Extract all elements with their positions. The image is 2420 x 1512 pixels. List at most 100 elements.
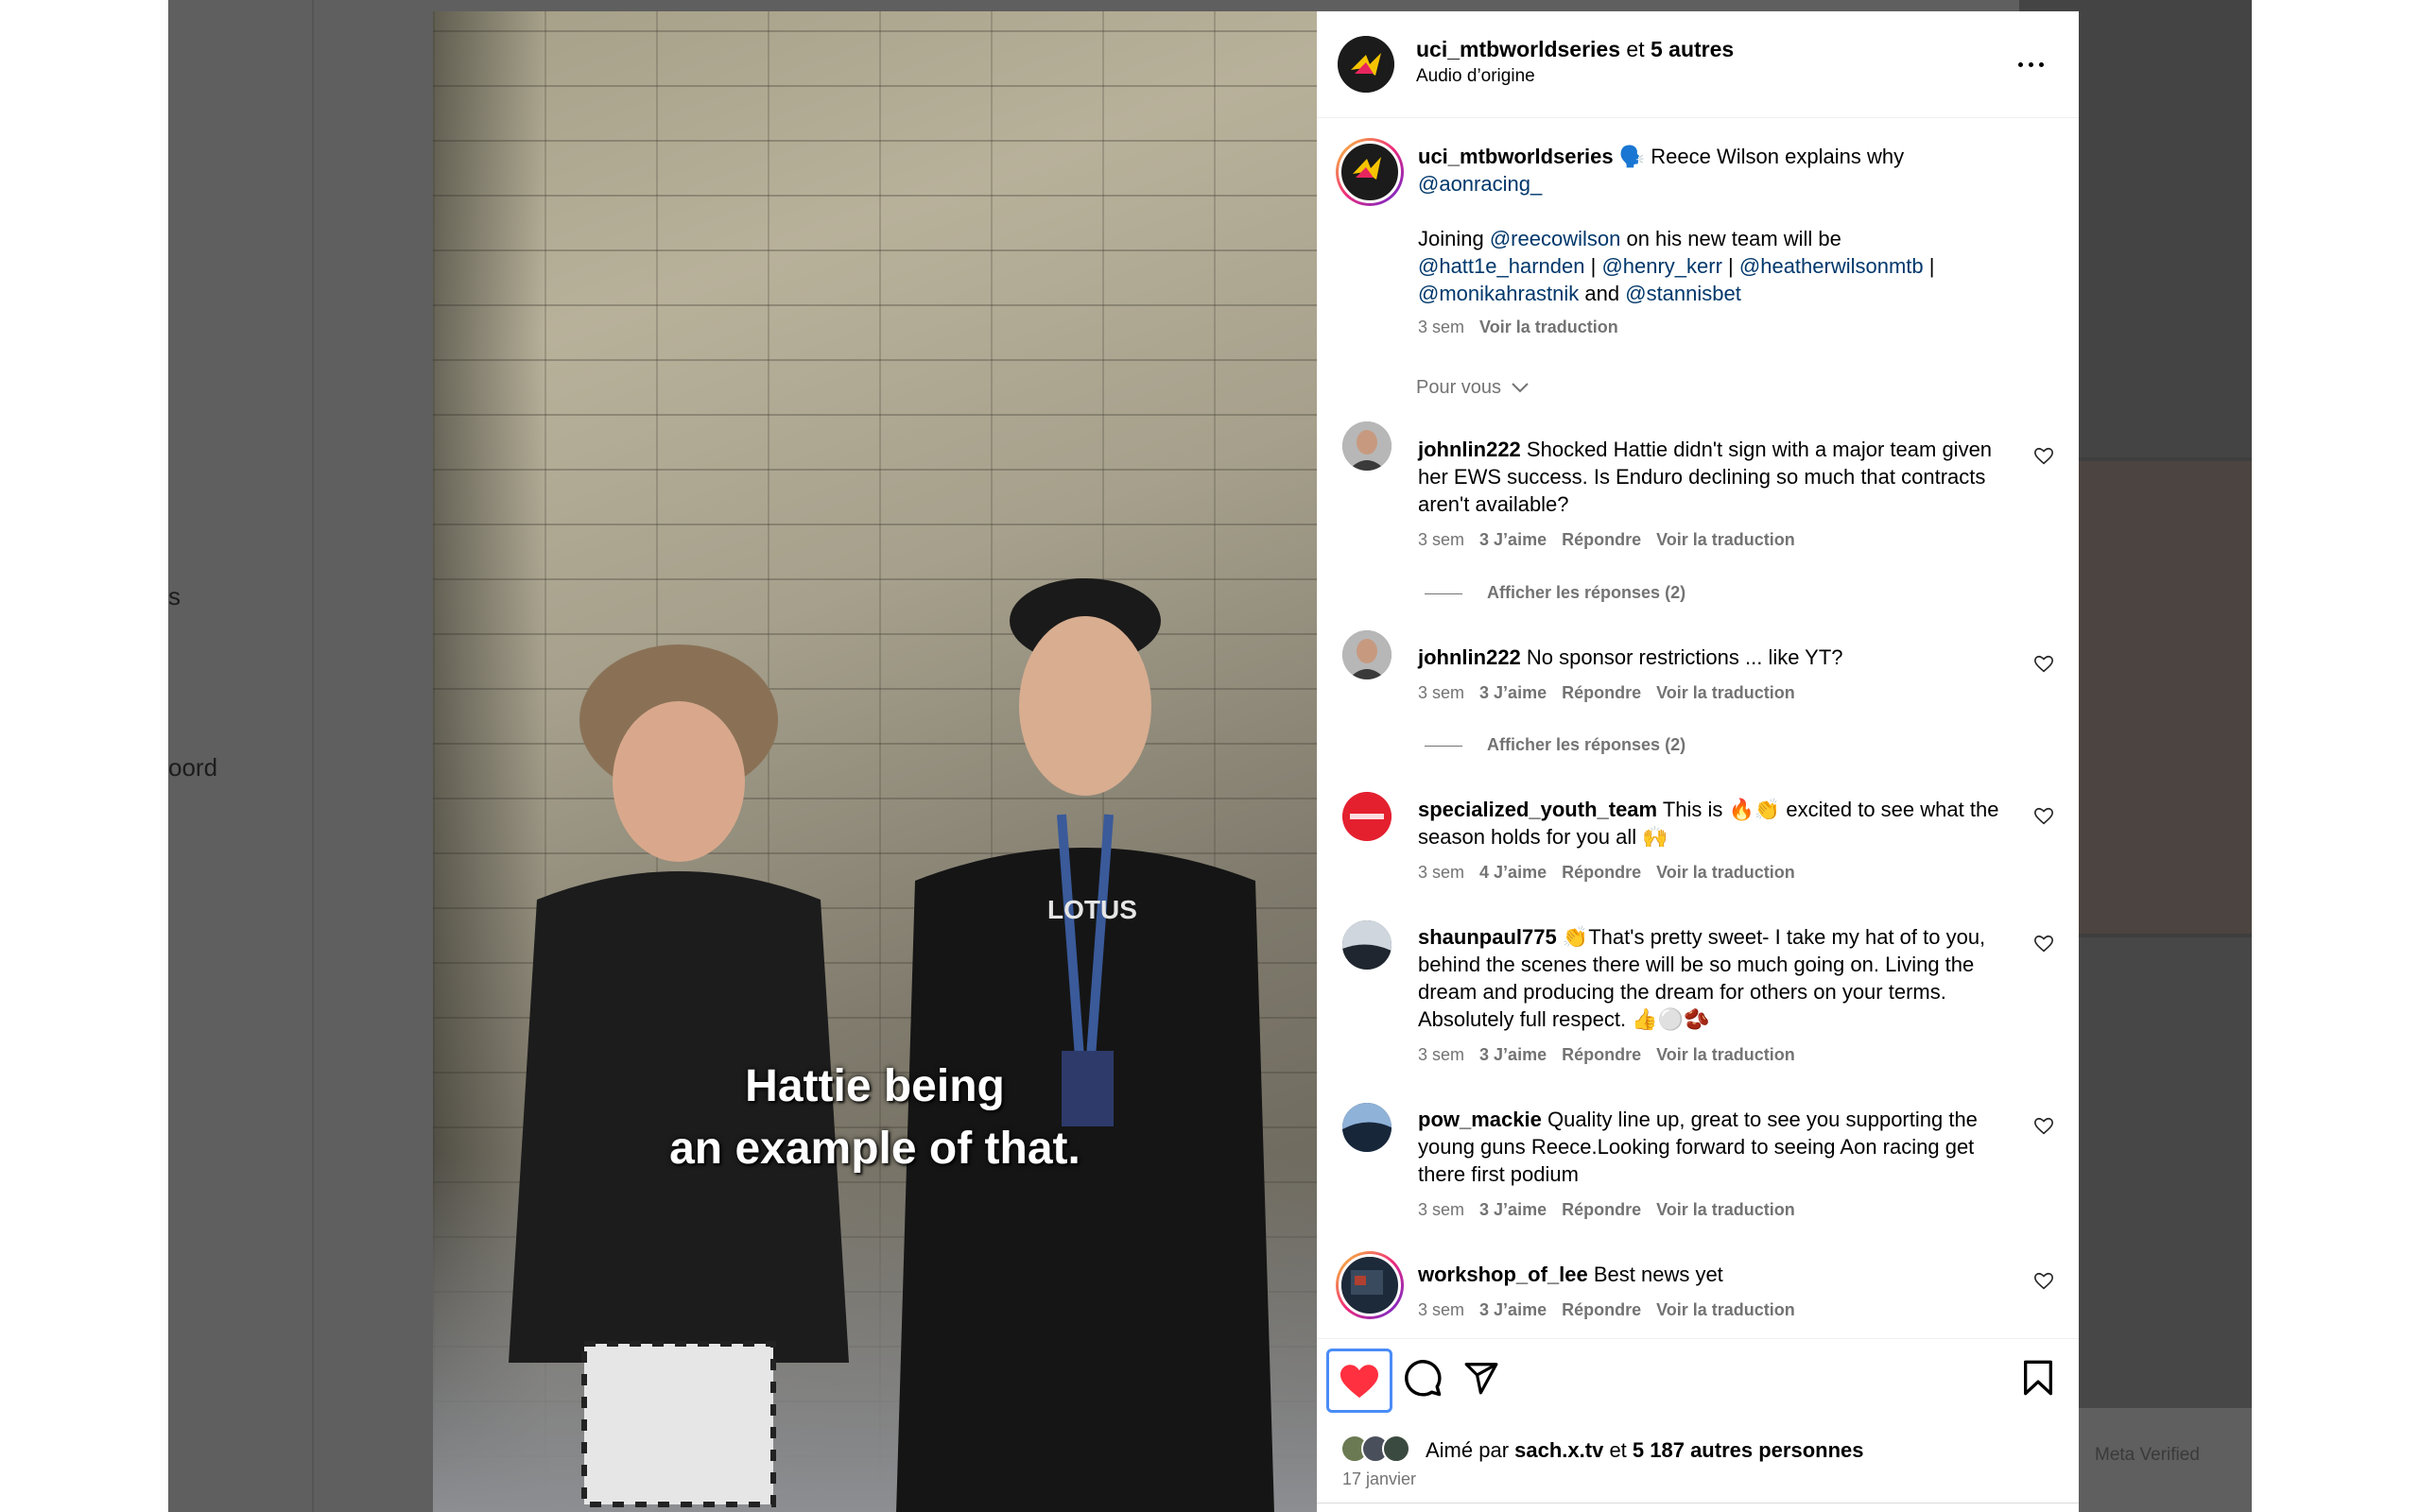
share-icon[interactable]	[1463, 1360, 1499, 1396]
comment-timestamp[interactable]: 3 sem	[1418, 683, 1464, 702]
comment-like-heart-icon[interactable]	[2033, 654, 2054, 675]
caption-username[interactable]: uci_mtbworldseries	[1418, 145, 1614, 168]
see-translation-button[interactable]: Voir la traduction	[1656, 1045, 1795, 1064]
liked-by-text: Aimé par sach.x.tv et 5 187 autres perso…	[1426, 1438, 1863, 1463]
bookmark-icon[interactable]	[2022, 1359, 2054, 1397]
likes-count-link[interactable]: 5 187 autres personnes	[1633, 1438, 1864, 1462]
separator: |	[1584, 254, 1602, 278]
comment-body: johnlin222 No sponsor restrictions ... l…	[1418, 644, 2023, 671]
caption-author-avatar[interactable]	[1336, 138, 1404, 206]
comment-username[interactable]: specialized_youth_team	[1418, 798, 1657, 821]
sidebar-divider	[312, 0, 314, 1512]
commenter-avatar[interactable]	[1342, 1103, 1392, 1152]
mention-link[interactable]: @aonracing_	[1418, 172, 1542, 196]
comment-username[interactable]: pow_mackie	[1418, 1108, 1542, 1131]
comment-meta: 3 sem 3 J’aime Répondre Voir la traduction	[1418, 530, 1810, 550]
view-replies-button[interactable]: Afficher les réponses (2)	[1425, 735, 1685, 755]
comment-timestamp[interactable]: 3 sem	[1418, 1300, 1464, 1319]
post-panel: uci_mtbworldseries et 5 autres Audio d’o…	[1317, 11, 2079, 1512]
actions-divider	[1317, 1338, 2079, 1339]
liker-username[interactable]: sach.x.tv	[1514, 1438, 1603, 1462]
comment-body: specialized_youth_team This is 🔥👏 excite…	[1418, 796, 2023, 850]
comment-body: workshop_of_lee Best news yet	[1418, 1261, 2023, 1288]
comment-likes-count[interactable]: 3 J’aime	[1479, 683, 1547, 702]
more-icon	[2018, 62, 2023, 67]
video-caption-line-2: an example of that.	[669, 1124, 1080, 1174]
comment-text: Best news yet	[1593, 1263, 1723, 1286]
meta-verified-link[interactable]: Meta Verified	[2095, 1445, 2200, 1466]
comment-timestamp[interactable]: 3 sem	[1418, 863, 1464, 882]
comment-likes-count[interactable]: 3 J’aime	[1479, 1045, 1547, 1064]
see-translation-button[interactable]: Voir la traduction	[1656, 863, 1795, 882]
comment-likes-count[interactable]: 3 J’aime	[1479, 1200, 1547, 1219]
see-translation-button[interactable]: Voir la traduction	[1656, 1300, 1795, 1319]
mention-link[interactable]: @monikahrastnik	[1418, 282, 1579, 305]
mention-link[interactable]: @hatt1e_harnden	[1418, 254, 1584, 278]
comment-like-heart-icon[interactable]	[2033, 1116, 2054, 1137]
comment-meta: 3 sem 3 J’aime Répondre Voir la traduction	[1418, 1045, 1810, 1065]
comment-likes-count[interactable]: 3 J’aime	[1479, 530, 1547, 549]
comment-like-heart-icon[interactable]	[2033, 446, 2054, 467]
more-options-button[interactable]	[2018, 57, 2048, 72]
view-replies-label: Afficher les réponses (2)	[1487, 735, 1686, 754]
commenter-avatar[interactable]	[1336, 1251, 1404, 1319]
heart-icon	[1340, 1365, 1378, 1399]
post-date[interactable]: 17 janvier	[1342, 1469, 1416, 1489]
author-avatar[interactable]	[1338, 36, 1394, 93]
caption-text: Reece Wilson explains why	[1645, 145, 1905, 168]
see-translation-button[interactable]: Voir la traduction	[1656, 530, 1795, 549]
view-replies-label: Afficher les réponses (2)	[1487, 583, 1686, 602]
mention-link[interactable]: @stannisbet	[1625, 282, 1741, 305]
comment-timestamp[interactable]: 3 sem	[1418, 530, 1464, 549]
view-replies-button[interactable]: Afficher les réponses (2)	[1425, 583, 1685, 603]
reel-video[interactable]: LOTUS Hattie being an example of that.	[433, 11, 1317, 1512]
caption-text: on his new team will be	[1620, 227, 1841, 250]
commenter-avatar[interactable]	[1342, 421, 1392, 471]
coauthors-link[interactable]: 5 autres	[1651, 37, 1734, 61]
comment-icon[interactable]	[1403, 1358, 1443, 1398]
comment-like-heart-icon[interactable]	[2033, 806, 2054, 827]
like-button[interactable]	[1326, 1349, 1392, 1413]
see-translation-button[interactable]: Voir la traduction	[1656, 1200, 1795, 1219]
post-authors[interactable]: uci_mtbworldseries et 5 autres	[1416, 37, 1734, 62]
comment-timestamp[interactable]: 3 sem	[1418, 1045, 1464, 1064]
reply-button[interactable]: Répondre	[1562, 1045, 1641, 1064]
reply-button[interactable]: Répondre	[1562, 1200, 1641, 1219]
comment-meta: 3 sem 3 J’aime Répondre Voir la traduction	[1418, 1200, 1810, 1220]
liker-avatar[interactable]	[1382, 1435, 1410, 1463]
person-left	[509, 644, 849, 1507]
caption-text: and	[1579, 282, 1626, 305]
reply-button[interactable]: Répondre	[1562, 863, 1641, 882]
comment-likes-count[interactable]: 4 J’aime	[1479, 863, 1547, 882]
comment-meta: 3 sem 3 J’aime Répondre Voir la traduction	[1418, 1300, 1810, 1320]
speaking-emoji: 🗣️	[1618, 145, 1646, 168]
commenter-avatar[interactable]	[1342, 792, 1392, 841]
separator: |	[1923, 254, 1935, 278]
commenter-avatar[interactable]	[1342, 630, 1392, 679]
comment-username[interactable]: johnlin222	[1418, 438, 1521, 461]
reply-button[interactable]: Répondre	[1562, 683, 1641, 702]
comment-timestamp[interactable]: 3 sem	[1418, 1200, 1464, 1219]
reply-button[interactable]: Répondre	[1562, 530, 1641, 549]
comment-text: No sponsor restrictions ... like YT?	[1526, 645, 1843, 669]
mention-link[interactable]: @henry_kerr	[1601, 254, 1722, 278]
original-audio-link[interactable]: Audio d’origine	[1416, 66, 1535, 87]
reply-button[interactable]: Répondre	[1562, 1300, 1641, 1319]
commenter-avatar[interactable]	[1342, 920, 1392, 970]
mention-link[interactable]: @reecowilson	[1490, 227, 1621, 250]
author-username[interactable]: uci_mtbworldseries	[1416, 37, 1620, 61]
caption-timestamp[interactable]: 3 sem	[1418, 318, 1464, 336]
comment-like-heart-icon[interactable]	[2033, 934, 2054, 954]
bg-nav-fragment: s	[168, 582, 181, 610]
comment-username[interactable]: johnlin222	[1418, 645, 1521, 669]
comment-username[interactable]: workshop_of_lee	[1418, 1263, 1588, 1286]
comment-like-heart-icon[interactable]	[2033, 1271, 2054, 1292]
see-translation-button[interactable]: Voir la traduction	[1479, 318, 1618, 336]
comment-username[interactable]: shaunpaul775	[1418, 925, 1557, 949]
mention-link[interactable]: @heatherwilsonmtb	[1739, 254, 1924, 278]
see-translation-button[interactable]: Voir la traduction	[1656, 683, 1795, 702]
comment-likes-count[interactable]: 3 J’aime	[1479, 1300, 1547, 1319]
chevron-down-icon	[1511, 383, 1529, 393]
comment-sort-dropdown[interactable]: Pour vous	[1416, 377, 1530, 399]
header-divider	[1317, 117, 2079, 118]
